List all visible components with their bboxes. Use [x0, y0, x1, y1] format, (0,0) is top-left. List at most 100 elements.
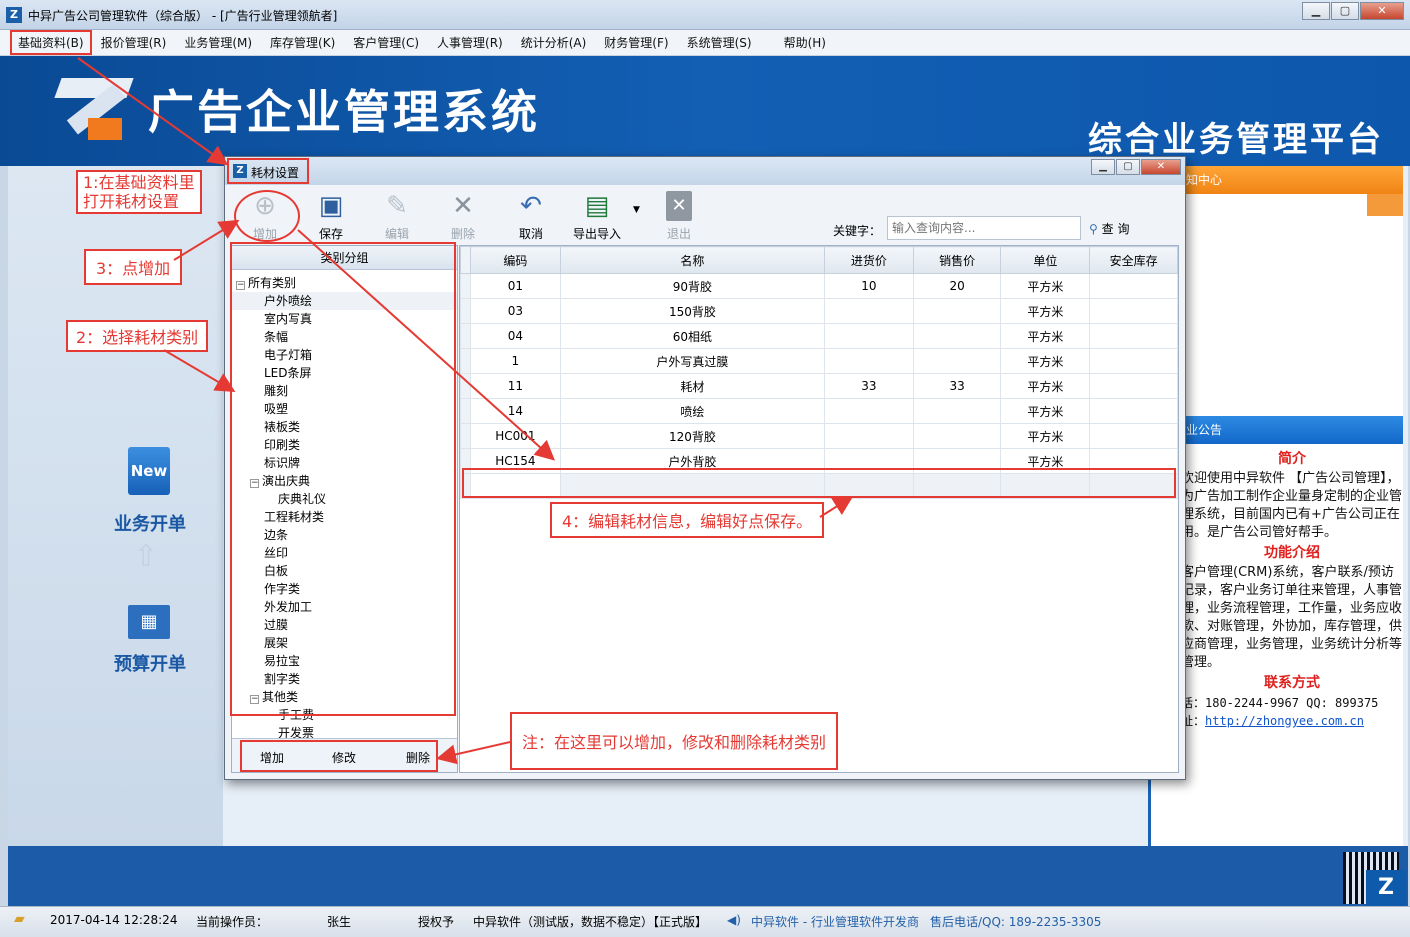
menu-help[interactable]: 帮助(H)	[775, 30, 835, 55]
cell-code[interactable]: 11	[469, 373, 561, 399]
menu-business[interactable]: 业务管理(M)	[175, 30, 261, 55]
row-header[interactable]	[460, 348, 471, 374]
menu-system[interactable]: 系统管理(S)	[678, 30, 761, 55]
cell-stock[interactable]	[1089, 298, 1178, 324]
column-header-code[interactable]: 编码	[469, 246, 561, 274]
budget-order-button[interactable]: 预算开单	[108, 650, 192, 676]
edit-icon: ✎	[386, 191, 408, 221]
website-link[interactable]: http://zhongyee.com.cn	[1205, 714, 1364, 728]
cell-cost[interactable]: 33	[824, 373, 914, 399]
column-header-name[interactable]: 名称	[559, 246, 826, 274]
cell-unit[interactable]: 平方米	[1000, 398, 1091, 424]
dialog-minimize-icon[interactable]: ▁	[1091, 159, 1115, 175]
row-header[interactable]	[460, 273, 471, 299]
annotation-step4: 4：编辑耗材信息，编辑好点保存。	[550, 502, 825, 538]
cell-price[interactable]	[912, 348, 1002, 374]
minimize-icon[interactable]: ▁	[1302, 2, 1330, 20]
dialog-close-icon[interactable]: ✕	[1141, 159, 1181, 175]
dropdown-arrow-icon[interactable]: ▼	[633, 205, 640, 215]
menu-inventory[interactable]: 库存管理(K)	[261, 30, 344, 55]
cell-unit[interactable]: 平方米	[1000, 273, 1091, 299]
cell-unit[interactable]: 平方米	[1000, 423, 1091, 449]
speaker-icon: ◀)	[727, 913, 741, 927]
new-order-icon[interactable]: New	[128, 447, 170, 495]
cell-stock[interactable]	[1089, 373, 1178, 399]
menu-basic-data[interactable]: 基础资料(B)	[10, 30, 92, 55]
cell-price[interactable]	[912, 423, 1002, 449]
menu-quote[interactable]: 报价管理(R)	[92, 30, 176, 55]
row-header[interactable]	[460, 323, 471, 349]
cell-cost[interactable]	[824, 398, 914, 424]
row-header[interactable]	[460, 423, 471, 449]
search-button[interactable]: ⚲ 查 询	[1089, 220, 1129, 237]
table-row[interactable]: 03 150背胶 平方米	[460, 298, 1178, 324]
dialog-maximize-icon[interactable]: ▢	[1116, 159, 1140, 175]
cell-code[interactable]: HC001	[469, 423, 561, 449]
cancel-button[interactable]: ↶ 取消	[501, 191, 561, 242]
cell-name[interactable]: 150背胶	[559, 298, 826, 324]
announcement-header[interactable]: 业公告	[1151, 416, 1403, 444]
column-header-price[interactable]: 销售价	[912, 246, 1002, 274]
cell-code[interactable]: 04	[469, 323, 561, 349]
cell-price[interactable]	[912, 323, 1002, 349]
status-datetime: 2017-04-14 12:28:24	[50, 913, 178, 927]
menu-statistics[interactable]: 统计分析(A)	[512, 30, 596, 55]
cell-stock[interactable]	[1089, 323, 1178, 349]
column-header-stock[interactable]: 安全库存	[1089, 246, 1178, 274]
table-row[interactable]: 14 喷绘 平方米	[460, 398, 1178, 424]
notice-center-header[interactable]: 知中心	[1151, 166, 1403, 194]
cell-stock[interactable]	[1089, 398, 1178, 424]
cell-price[interactable]	[912, 298, 1002, 324]
cell-price[interactable]: 33	[912, 373, 1002, 399]
table-row[interactable]: 04 60相纸 平方米	[460, 323, 1178, 349]
cell-price[interactable]: 20	[912, 273, 1002, 299]
calculator-icon[interactable]: ▦	[128, 605, 170, 639]
row-header[interactable]	[460, 298, 471, 324]
folder-icon[interactable]: ▰	[14, 911, 25, 927]
menu-hr[interactable]: 人事管理(R)	[428, 30, 512, 55]
status-license-label: 授权予	[418, 915, 455, 929]
edit-button[interactable]: ✎ 编辑	[367, 191, 427, 242]
business-order-button[interactable]: 业务开单	[108, 510, 192, 536]
keyword-input[interactable]	[887, 216, 1081, 240]
cell-stock[interactable]	[1089, 348, 1178, 374]
cell-name[interactable]: 耗材	[559, 373, 826, 399]
menu-finance[interactable]: 财务管理(F)	[595, 30, 677, 55]
cell-cost[interactable]: 10	[824, 273, 914, 299]
cell-cost[interactable]	[824, 298, 914, 324]
close-icon[interactable]: ✕	[1360, 2, 1404, 20]
cell-unit[interactable]: 平方米	[1000, 323, 1091, 349]
cell-stock[interactable]	[1089, 423, 1178, 449]
cell-name[interactable]: 120背胶	[559, 423, 826, 449]
table-row[interactable]: 1 户外写真过膜 平方米	[460, 348, 1178, 374]
table-row[interactable]: 01 90背胶 10 20 平方米	[460, 273, 1178, 299]
cell-stock[interactable]	[1089, 273, 1178, 299]
export-import-button[interactable]: ▤ 导出导入	[567, 191, 627, 242]
exit-button[interactable]: ✕ 退出	[649, 191, 709, 242]
cell-price[interactable]	[912, 398, 1002, 424]
cell-unit[interactable]: 平方米	[1000, 348, 1091, 374]
maximize-icon[interactable]: ▢	[1331, 2, 1359, 20]
cell-name[interactable]: 60相纸	[559, 323, 826, 349]
row-header[interactable]	[460, 373, 471, 399]
cell-unit[interactable]: 平方米	[1000, 373, 1091, 399]
row-header[interactable]	[460, 398, 471, 424]
cell-code[interactable]: 1	[469, 348, 561, 374]
cell-cost[interactable]	[824, 423, 914, 449]
cell-name[interactable]: 户外写真过膜	[559, 348, 826, 374]
table-row[interactable]: HC001 120背胶 平方米	[460, 423, 1178, 449]
cell-code[interactable]: 14	[469, 398, 561, 424]
cell-unit[interactable]: 平方米	[1000, 298, 1091, 324]
cell-cost[interactable]	[824, 323, 914, 349]
save-button[interactable]: ▣ 保存	[301, 191, 361, 242]
column-header-cost[interactable]: 进货价	[824, 246, 914, 274]
table-row[interactable]: 11 耗材 33 33 平方米	[460, 373, 1178, 399]
cell-name[interactable]: 喷绘	[559, 398, 826, 424]
cell-code[interactable]: 03	[469, 298, 561, 324]
delete-button[interactable]: ✕ 删除	[433, 191, 493, 242]
column-header-unit[interactable]: 单位	[1000, 246, 1091, 274]
cell-cost[interactable]	[824, 348, 914, 374]
menu-customer[interactable]: 客户管理(C)	[344, 30, 428, 55]
cell-name[interactable]: 90背胶	[559, 273, 826, 299]
cell-code[interactable]: 01	[469, 273, 561, 299]
